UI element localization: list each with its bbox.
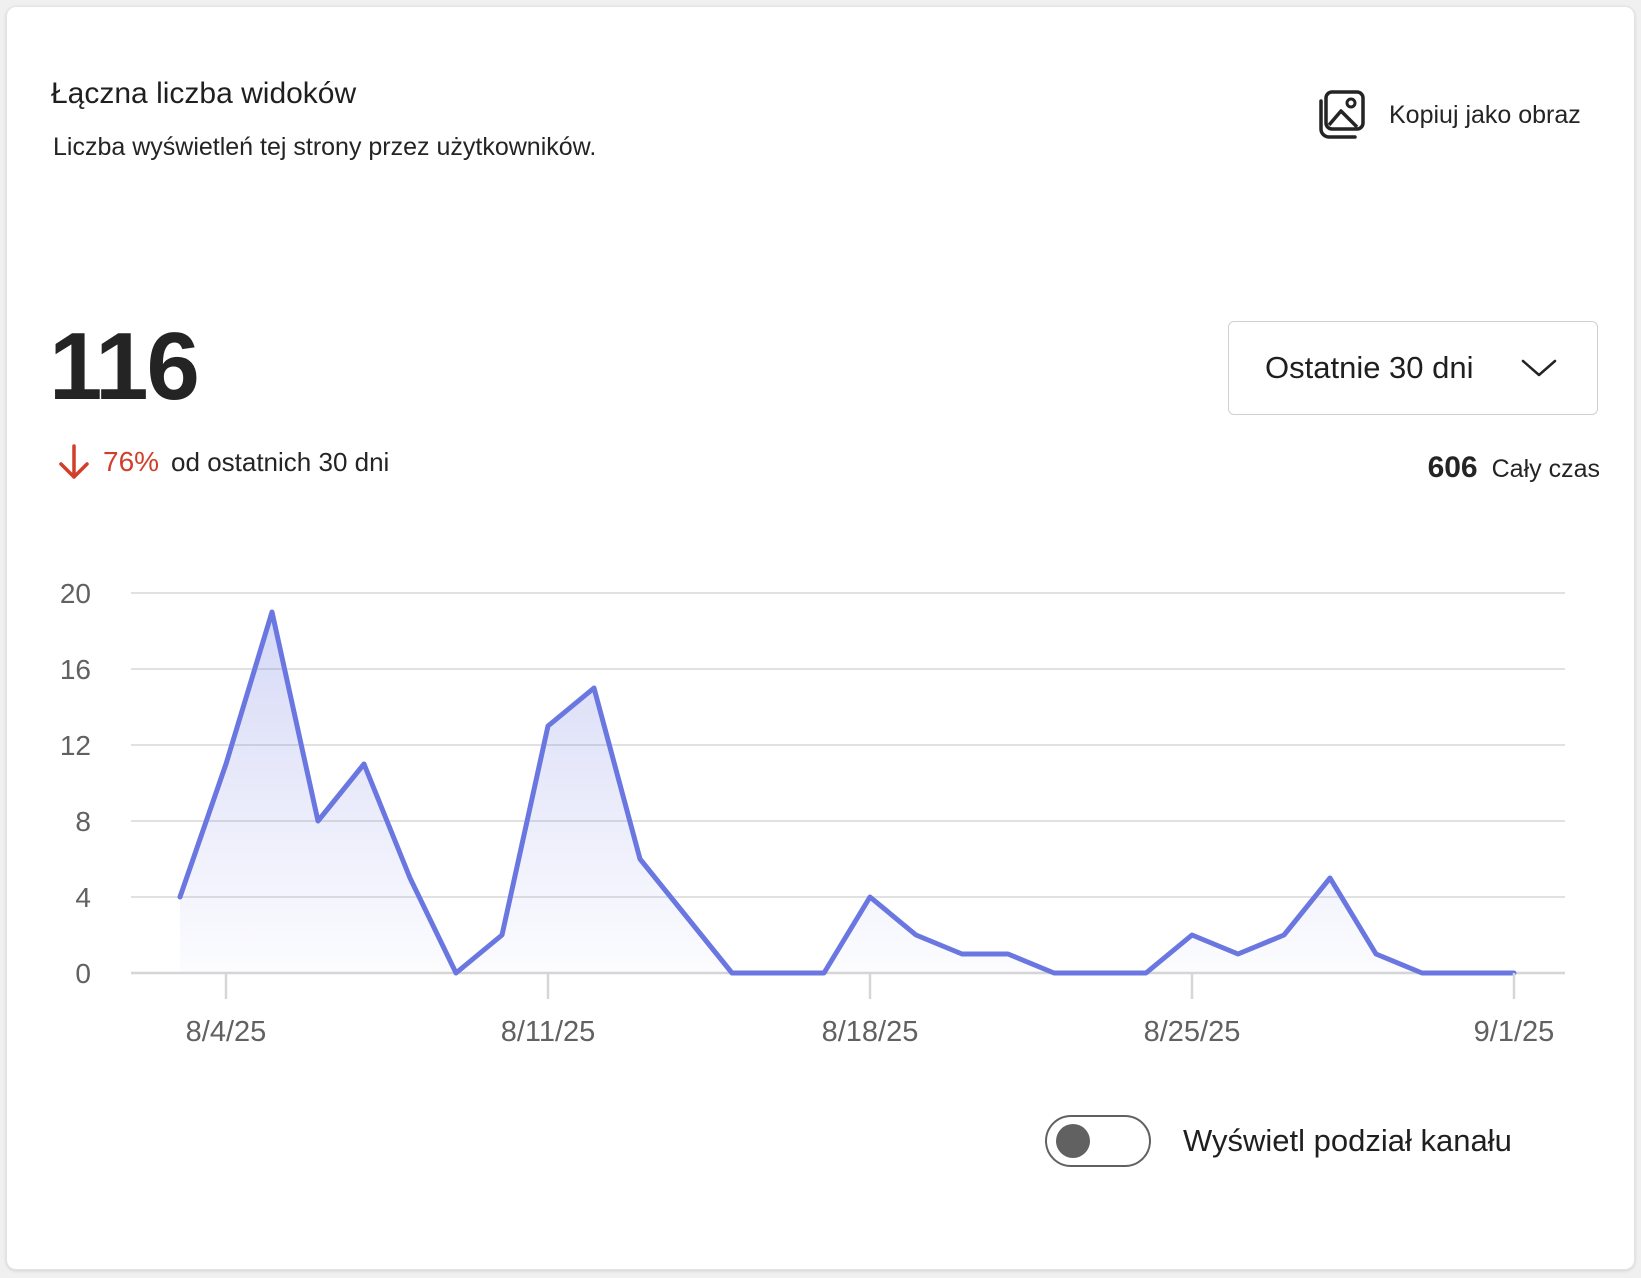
x-tick-label: 8/4/25 [186, 1016, 267, 1048]
data-point [499, 932, 505, 938]
x-tick-label: 8/18/25 [822, 1016, 919, 1048]
data-point [591, 685, 597, 691]
x-tick-label: 8/25/25 [1144, 1016, 1241, 1048]
data-point [683, 913, 689, 919]
data-point [821, 970, 827, 976]
x-tick-label: 9/1/25 [1474, 1016, 1555, 1048]
y-tick-label: 20 [60, 578, 91, 609]
data-point [1189, 932, 1195, 938]
data-point [1235, 951, 1241, 957]
series-area [180, 612, 1514, 973]
y-tick-label: 0 [75, 958, 91, 989]
data-point [1281, 932, 1287, 938]
data-point [223, 761, 229, 767]
channel-breakdown-toggle[interactable] [1045, 1115, 1151, 1167]
data-point [1143, 970, 1149, 976]
y-tick-label: 16 [60, 654, 91, 685]
data-point [913, 932, 919, 938]
data-point [867, 894, 873, 900]
toggle-knob [1056, 1124, 1090, 1158]
data-point [1373, 951, 1379, 957]
data-point [1419, 970, 1425, 976]
data-point [1465, 970, 1471, 976]
data-point [1327, 875, 1333, 881]
channel-breakdown-toggle-row: Wyświetl podział kanału [1045, 1115, 1512, 1167]
data-point [407, 875, 413, 881]
data-point [959, 951, 965, 957]
data-point [361, 761, 367, 767]
views-line-chart: 0 4 8 12 16 20 8/4/25 8/11/25 8/18/25 8/25/25 9/1/… [60, 578, 1565, 1048]
data-point [729, 970, 735, 976]
data-point [453, 970, 459, 976]
data-point [775, 970, 781, 976]
data-point [1051, 970, 1057, 976]
y-tick-label: 8 [75, 806, 91, 837]
channel-breakdown-label: Wyświetl podział kanału [1183, 1123, 1512, 1158]
data-point [545, 723, 551, 729]
data-point [637, 856, 643, 862]
y-tick-label: 12 [60, 730, 91, 761]
data-point [1097, 970, 1103, 976]
data-point [1005, 951, 1011, 957]
total-views-card: Łączna liczba widoków Liczba wyświetleń … [6, 6, 1635, 1270]
data-point [177, 894, 183, 900]
data-point [269, 609, 275, 615]
data-point [315, 818, 321, 824]
x-tick-label: 8/11/25 [501, 1016, 596, 1048]
y-tick-label: 4 [75, 882, 91, 913]
